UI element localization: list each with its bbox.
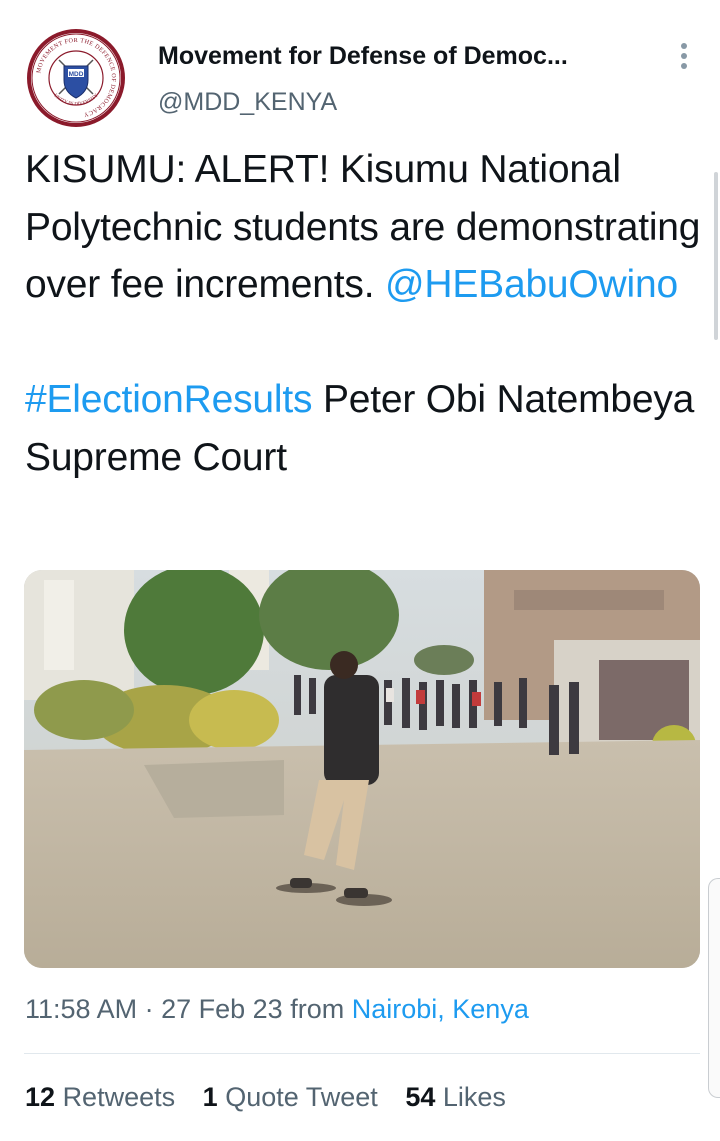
scrollbar[interactable] <box>714 172 718 340</box>
retweets-label: Retweets <box>62 1082 176 1112</box>
retweets-count: 12 <box>25 1082 56 1112</box>
avatar[interactable]: MOVEMENT FOR THE DEFENCE OF DEMOCRACY UN… <box>26 28 126 128</box>
tweet-paragraph-2: #ElectionResults Peter Obi Natembeya Sup… <box>25 371 715 486</box>
likes-stat[interactable]: 54 Likes <box>405 1082 506 1112</box>
tweet-text: KISUMU: ALERT! Kisumu National Polytechn… <box>25 141 715 486</box>
tweet-video[interactable] <box>24 570 700 968</box>
display-name[interactable]: Movement for Defense of Democ... <box>158 42 568 71</box>
location-link[interactable]: Nairobi, Kenya <box>352 994 529 1024</box>
mention-link[interactable]: @HEBabuOwino <box>385 263 678 306</box>
tweet-stats: 12 Retweets 1 Quote Tweet 54 Likes <box>25 1082 526 1113</box>
likes-label: Likes <box>442 1082 506 1112</box>
retweets-stat[interactable]: 12 Retweets <box>25 1082 175 1112</box>
tweet-date[interactable]: 27 Feb 23 <box>161 994 283 1024</box>
divider <box>24 1053 700 1054</box>
meta-separator: · <box>144 994 154 1024</box>
logo-badge-text: MDD <box>69 71 84 78</box>
hashtag-link[interactable]: #ElectionResults <box>25 378 312 421</box>
video-frame <box>24 570 700 968</box>
quotes-label: Quote Tweet <box>225 1082 378 1112</box>
likes-count: 54 <box>405 1082 436 1112</box>
from-label: from <box>290 994 345 1024</box>
more-vertical-icon[interactable] <box>674 40 694 74</box>
mdd-logo-icon: MOVEMENT FOR THE DEFENCE OF DEMOCRACY UN… <box>27 29 125 127</box>
tweet-meta: 11:58 AM · 27 Feb 23 from Nairobi, Kenya <box>25 994 529 1025</box>
quotes-count: 1 <box>202 1082 218 1112</box>
edge-handle[interactable] <box>708 878 720 1098</box>
quote-tweets-stat[interactable]: 1 Quote Tweet <box>203 1082 378 1112</box>
tweet-time[interactable]: 11:58 AM <box>25 994 137 1024</box>
handle[interactable]: @MDD_KENYA <box>158 88 337 117</box>
tweet-paragraph-1: KISUMU: ALERT! Kisumu National Polytechn… <box>25 141 715 314</box>
tweet-header: MOVEMENT FOR THE DEFENCE OF DEMOCRACY UN… <box>0 0 720 140</box>
